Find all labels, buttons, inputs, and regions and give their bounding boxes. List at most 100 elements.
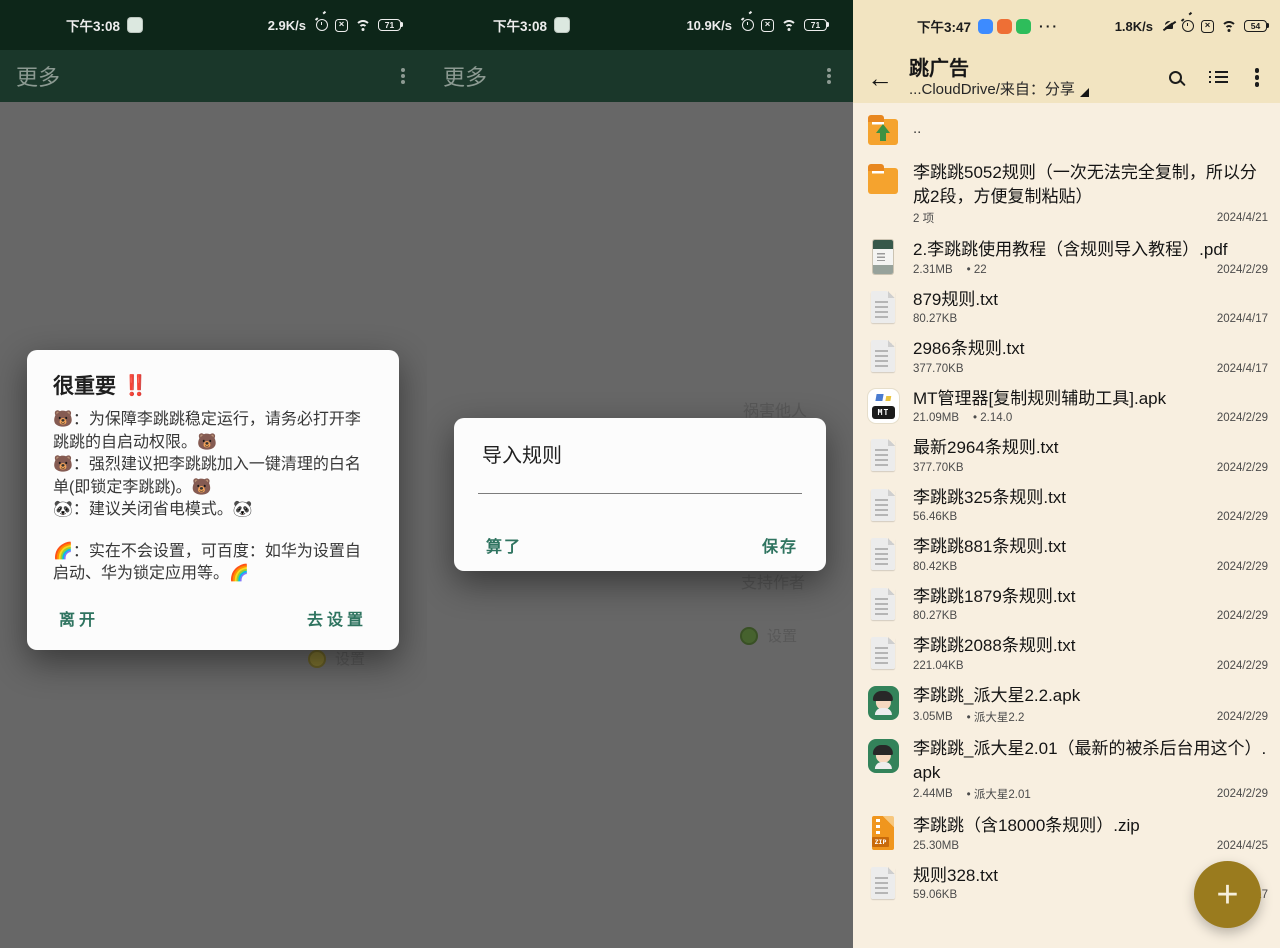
file-size: 2.44MB — [913, 788, 953, 800]
file-extra-info: 派大星2.2 — [967, 709, 1025, 725]
status-bar: 下午3:08 2.9K/s 71 — [0, 0, 427, 50]
dialog-title: 很重要 ‼️ — [53, 370, 373, 400]
import-rules-dialog: 导入规则 算了 保存 — [454, 418, 826, 571]
wifi-icon — [355, 20, 371, 31]
file-size: 25.30MB — [913, 840, 959, 852]
file-date: 2024/2/29 — [1217, 462, 1268, 474]
file-icon — [867, 586, 900, 622]
settings-label: 设置 — [335, 648, 365, 669]
alarm-icon — [1182, 20, 1194, 32]
file-date: 2024/2/29 — [1217, 412, 1268, 424]
page-title: 更多 — [443, 60, 487, 92]
rule-input[interactable] — [478, 462, 802, 494]
file-date: 2024/2/29 — [1217, 660, 1268, 672]
cancel-button[interactable]: 算了 — [484, 525, 524, 565]
important-notice-dialog: 很重要 ‼️ 🐻：为保障李跳跳稳定运行，请务必打开李跳跳的自启动权限。🐻 🐻：强… — [27, 350, 399, 650]
file-row[interactable]: 李跳跳1879条规则.txt 80.27KB 2024/2/29 — [853, 578, 1280, 628]
file-name: .. — [913, 112, 1268, 146]
file-row[interactable]: .. — [853, 105, 1280, 154]
dimmed-content-scrim[interactable]: 设置 很重要 ‼️ 🐻：为保障李跳跳稳定运行，请务必打开李跳跳的自启动权限。🐻 … — [0, 102, 427, 948]
breadcrumb[interactable]: ...CloudDrive/来自：分享 — [909, 81, 1089, 99]
add-fab-button[interactable]: + — [1194, 861, 1261, 928]
save-button[interactable]: 保存 — [760, 525, 800, 565]
battery-icon: 71 — [378, 19, 401, 32]
panel-left-more-page: 下午3:08 2.9K/s 71 更多 设置 很重要 ‼️ — [0, 0, 427, 948]
back-button[interactable]: ← — [867, 65, 907, 91]
file-row[interactable]: 李跳跳5052规则（一次无法完全复制，所以分成2段，方便复制粘贴） 2 项 20… — [853, 154, 1280, 231]
overflow-menu-icon[interactable] — [1255, 75, 1260, 80]
file-icon — [867, 536, 900, 572]
file-name: 2.李跳跳使用教程（含规则导入教程）.pdf — [913, 238, 1268, 262]
file-date: 2024/2/29 — [1217, 264, 1268, 276]
network-speed: 1.8K/s — [1115, 19, 1153, 34]
notification-app-icons — [978, 19, 1031, 34]
file-size: 80.42KB — [913, 561, 957, 573]
file-icon — [867, 289, 900, 325]
file-icon — [867, 338, 900, 374]
path-dropdown-icon — [1080, 88, 1089, 97]
file-size: 80.27KB — [913, 610, 957, 622]
file-icon — [867, 162, 900, 198]
settings-label: 设置 — [767, 625, 797, 646]
file-row[interactable]: 李跳跳2088条规则.txt 221.04KB 2024/2/29 — [853, 627, 1280, 677]
file-icon — [867, 437, 900, 473]
battery-icon: 71 — [804, 19, 827, 32]
panel-middle-more-page: 下午3:08 10.9K/s 71 更多 祸害他人 支持作者 设置 导入规则 — [427, 0, 853, 948]
battery-percent: 54 — [1251, 21, 1260, 31]
alarm-icon — [742, 19, 754, 31]
file-row[interactable]: 879规则.txt 80.27KB 2024/4/17 — [853, 281, 1280, 331]
file-row[interactable]: 李跳跳881条规则.txt 80.42KB 2024/2/29 — [853, 528, 1280, 578]
view-list-icon[interactable] — [1209, 71, 1228, 84]
dialog-paragraph — [53, 522, 373, 541]
file-date: 2024/4/25 — [1217, 840, 1268, 852]
go-to-settings-button[interactable]: 去设置 — [305, 598, 369, 638]
file-row[interactable]: 李跳跳（含18000条规则）.zip 25.30MB 2024/4/25 — [853, 807, 1280, 857]
file-row[interactable]: 2.李跳跳使用教程（含规则导入教程）.pdf 2.31MB 22 2024/2/… — [853, 231, 1280, 281]
app-icon-green — [1016, 19, 1031, 34]
file-icon — [867, 635, 900, 671]
file-icon — [867, 113, 900, 149]
dimmed-content-scrim[interactable]: 祸害他人 支持作者 设置 导入规则 算了 保存 — [427, 102, 853, 948]
double-exclamation-icon: ‼️ — [123, 373, 148, 398]
settings-coin-icon — [740, 627, 758, 645]
background-settings-item: 设置 — [740, 625, 797, 646]
file-row[interactable]: 李跳跳_派大星2.2.apk 3.05MB 派大星2.2 2024/2/29 — [853, 677, 1280, 731]
file-size: 21.09MB — [913, 412, 959, 424]
file-list: .. 李跳跳5052规则（一次无法完全复制，所以分成2段，方便复制粘贴） — [853, 103, 1280, 948]
overflow-menu-icon[interactable] — [827, 74, 831, 78]
file-row[interactable]: 2986条规则.txt 377.70KB 2024/4/17 — [853, 330, 1280, 380]
background-settings-item: 设置 — [308, 648, 365, 669]
file-name: 李跳跳5052规则（一次无法完全复制，所以分成2段，方便复制粘贴） — [913, 161, 1268, 208]
file-row[interactable]: MT管理器[复制规则辅助工具].apk 21.09MB 2.14.0 2024/… — [853, 380, 1280, 430]
file-date: 2024/4/21 — [1217, 212, 1268, 224]
file-size: 2.31MB — [913, 264, 953, 276]
battery-icon: 54 — [1244, 20, 1267, 33]
file-icon — [867, 738, 900, 774]
more-notifications-icon: ··· — [1039, 18, 1059, 34]
file-row[interactable]: 李跳跳325条规则.txt 56.46KB 2024/2/29 — [853, 479, 1280, 529]
file-row[interactable]: 最新2964条规则.txt 377.70KB 2024/2/29 — [853, 429, 1280, 479]
file-name: 李跳跳1879条规则.txt — [913, 585, 1268, 609]
file-name: 879规则.txt — [913, 288, 1268, 312]
file-row[interactable]: 李跳跳_派大星2.01（最新的被杀后台用这个）.apk 2.44MB 派大星2.… — [853, 730, 1280, 807]
file-name: MT管理器[复制规则辅助工具].apk — [913, 387, 1268, 411]
breadcrumb-path: ...CloudDrive/来自：分享 — [909, 81, 1075, 99]
file-name: 李跳跳_派大星2.2.apk — [913, 684, 1268, 708]
dialog-paragraph: 🐻：强烈建议把李跳跳加入一键清理的白名单(即锁定李跳跳)。🐻 — [53, 454, 373, 499]
file-extra-info: 2.14.0 — [973, 412, 1012, 424]
file-name: 最新2964条规则.txt — [913, 436, 1268, 460]
leave-button[interactable]: 离开 — [57, 598, 101, 638]
app-icon-orange — [997, 19, 1012, 34]
mute-bell-icon — [1163, 20, 1175, 32]
file-icon — [867, 388, 900, 424]
file-icon — [867, 815, 900, 851]
dialog-paragraph: 🌈：实在不会设置，可百度：如华为设置自启动、华为锁定应用等。🌈 — [53, 541, 373, 586]
overflow-menu-icon[interactable] — [401, 74, 405, 78]
file-date: 2024/2/29 — [1217, 788, 1268, 800]
search-icon[interactable] — [1169, 71, 1182, 84]
file-date: 2024/4/17 — [1217, 313, 1268, 325]
page-title: 更多 — [16, 60, 60, 92]
file-size: 3.05MB — [913, 711, 953, 723]
background-support-author-item: 支持作者 — [741, 569, 805, 593]
network-speed: 10.9K/s — [686, 18, 732, 33]
